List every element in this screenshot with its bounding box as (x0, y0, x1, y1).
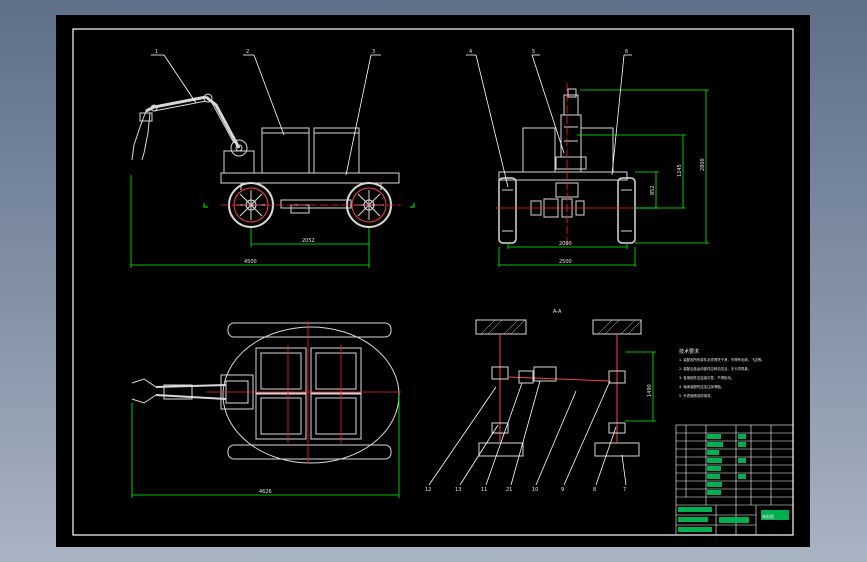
dim-schematic-height: 1490 (647, 384, 653, 397)
dim-front-height-total: 2800 (700, 158, 706, 171)
section-label: A-A (553, 309, 562, 315)
side-view (131, 93, 415, 228)
front-arm-body (560, 114, 582, 158)
notes-line-1: 1. 装配前所有零件必须清洗干净，不得有毛刺、飞边等。 (679, 357, 765, 362)
gripper-finger-b (141, 112, 151, 161)
plan-wheel-top (227, 322, 392, 338)
callout-8: 8 (593, 487, 596, 493)
side-leaders (151, 54, 381, 176)
dim-front-height-small: 852 (650, 185, 656, 195)
schematic-hatching (480, 319, 642, 335)
notes-title: 技术要求 (679, 348, 699, 355)
front-wheel-left (498, 177, 517, 244)
callout-9: 9 (561, 487, 564, 493)
drawing-border (72, 28, 794, 536)
transmission-schematic (475, 319, 642, 457)
callout-5: 5 (532, 49, 535, 55)
front-dimensions (498, 89, 709, 267)
arm-base (223, 150, 255, 174)
title-block-drawing-name: 装配图 (762, 513, 774, 519)
schematic-leaders (428, 380, 627, 486)
notes-line-2: 2. 装配后各运动部件应转动灵活，无卡滞现象。 (679, 366, 751, 371)
technical-notes: 技术要求 1. 装配前所有零件必须清洗干净，不得有毛刺、飞边等。 2. 装配后各… (679, 348, 765, 398)
plan-wheel-bottom (227, 444, 392, 460)
callout-2: 2 (246, 49, 249, 55)
notes-line-3: 3. 各紧固件应连接可靠，不得松动。 (679, 375, 734, 380)
callout-11: 11 (481, 487, 487, 493)
front-leaders (466, 54, 632, 188)
callout-1: 1 (155, 49, 158, 55)
schematic-wheel-tl (475, 319, 527, 335)
dim-front-height-mid: 1245 (677, 164, 683, 177)
dim-side-overall-length: 4500 (244, 259, 257, 265)
front-centerlines (496, 83, 638, 247)
plan-dimensions (131, 395, 400, 498)
callout-10: 10 (532, 487, 538, 493)
front-wheel-right (617, 177, 636, 244)
schematic-wheel-br (594, 442, 640, 457)
cad-drawing: 1 2 3 2052 4500 4 5 6 2000 2500 852 1245… (72, 28, 794, 536)
dim-plan-overall-length: 4626 (259, 489, 272, 495)
callout-12: 12 (425, 487, 431, 493)
side-bin-left (261, 127, 310, 174)
notes-line-4: 4. 轴承装配时应加注润滑脂。 (679, 384, 724, 389)
dim-front-track: 2000 (559, 241, 572, 247)
callout-6: 6 (625, 49, 628, 55)
plan-centerlines (206, 321, 401, 463)
callout-21: 21 (506, 487, 512, 493)
front-deck (498, 171, 628, 181)
plan-view (131, 322, 400, 464)
callout-7: 7 (623, 487, 626, 493)
dim-side-wheelbase: 2052 (302, 238, 315, 244)
drawing-sheet: 1 2 3 2052 4500 4 5 6 2000 2500 852 1245… (56, 15, 810, 547)
callout-13: 13 (455, 487, 461, 493)
side-bin-right (313, 127, 360, 174)
arm-upper-link (145, 95, 207, 113)
callout-4: 4 (469, 49, 472, 55)
dim-front-overall-width: 2500 (559, 259, 572, 265)
side-deck (220, 172, 400, 184)
callout-3: 3 (372, 49, 375, 55)
notes-line-5: 5. 外表面喷涂防锈漆。 (679, 393, 714, 398)
